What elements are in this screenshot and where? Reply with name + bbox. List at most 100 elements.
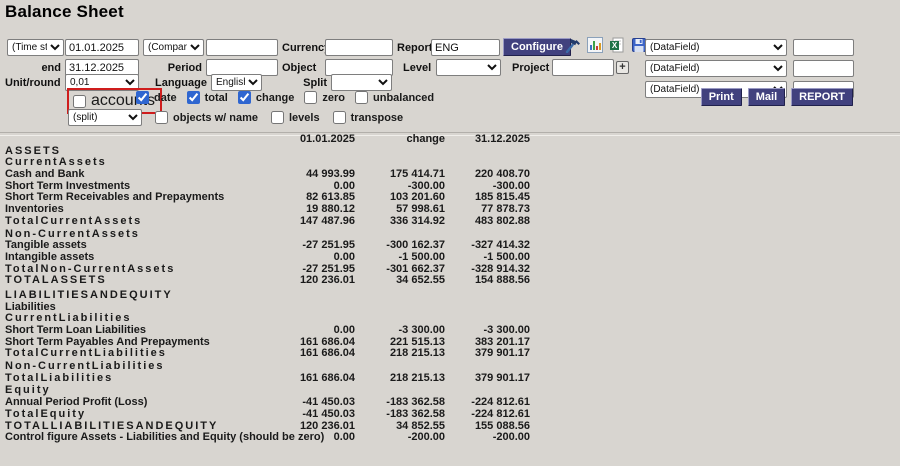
row-value [270,302,355,314]
row-value: -1 500.00 [445,252,530,264]
row-label: TotalEquity [5,409,270,421]
row-value [355,361,445,373]
currency-input[interactable] [325,39,393,56]
transpose-checkbox[interactable] [333,111,346,124]
total-checkbox-label: total [205,92,228,104]
report-toolbar: X [565,37,647,53]
level-label: Level [403,62,431,74]
row-value [445,302,530,314]
datafield-select-2[interactable]: (DataField) [645,60,787,77]
unbalanced-checkbox[interactable] [355,91,368,104]
configure-button[interactable]: Configure [503,38,571,56]
report-row: Short Term Loan Liabilities0.00-3 300.00… [5,325,530,337]
row-value [355,146,445,158]
row-label: TOTALASSETS [5,275,270,287]
balance-sheet-screen: Balance Sheet (Time start) (Compare) Cur… [0,0,900,466]
row-value: -3 300.00 [355,325,445,337]
column-header-change: change [355,134,445,146]
split2-select[interactable]: (split) [68,109,142,126]
report-header-row: 01.01.2025 change 31.12.2025 [5,134,530,146]
column-header-end-date: 31.12.2025 [445,134,530,146]
datafield-input-1[interactable] [793,39,854,56]
row-value: 161 686.04 [270,373,355,385]
row-value: 147 487.96 [270,216,355,228]
row-value: 379 901.17 [445,373,530,385]
row-label: LIABILITIESANDEQUITY [5,290,270,302]
row-label: Intangible assets [5,252,270,264]
project-add-icon[interactable]: + [616,61,629,74]
split-select[interactable] [331,74,392,91]
bar-chart-icon[interactable] [587,37,603,53]
compare-select[interactable]: (Compare) [143,39,204,56]
unbalanced-checkbox-label: unbalanced [373,92,434,104]
row-value: 218 215.13 [355,373,445,385]
language-select[interactable]: English [211,74,262,91]
report-row: Short Term Receivables and Prepayments82… [5,192,530,204]
row-value: 175 414.71 [355,169,445,181]
mail-button[interactable]: Mail [748,88,785,106]
column-header-start-date: 01.01.2025 [270,134,355,146]
print-button[interactable]: Print [701,88,742,106]
row-value: 0.00 [270,432,355,444]
row-value: -1 500.00 [355,252,445,264]
report-row: TotalEquity-41 450.03-183 362.58-224 812… [5,409,530,421]
transpose-checkbox-label: transpose [351,112,404,124]
accounts-checkbox[interactable] [73,95,86,108]
report-row: TotalCurrentAssets147 487.96336 314.9248… [5,216,530,228]
row-label: TotalCurrentAssets [5,216,270,228]
change-checkbox[interactable] [238,91,251,104]
row-label: Short Term Loan Liabilities [5,325,270,337]
row-value [355,290,445,302]
row-label: TotalCurrentLiabilities [5,348,270,360]
row-value [270,290,355,302]
row-value: 218 215.13 [355,348,445,360]
checkbox-row-2: (split) objects w/ name levels transpose [68,109,403,126]
compare-input[interactable] [206,39,278,56]
levels-checkbox[interactable] [271,111,284,124]
levels-checkbox-item: levels [271,111,320,124]
row-value: 483 802.88 [445,216,530,228]
row-value: -3 300.00 [445,325,530,337]
row-value: 44 993.99 [270,169,355,181]
date-checkbox-item: date [136,91,177,104]
row-value [270,146,355,158]
total-checkbox-item: total [187,91,228,104]
split-label: Split [299,77,327,89]
row-value: -224 812.61 [445,409,530,421]
report-row: Intangible assets0.00-1 500.00-1 500.00 [5,252,530,264]
excel-icon[interactable]: X [609,37,625,53]
language-label: Language [155,77,206,89]
row-value: -183 362.58 [355,409,445,421]
unit-round-label: Unit/round [5,77,61,89]
zero-checkbox[interactable] [304,91,317,104]
report-row: LIABILITIESANDEQUITY [5,290,530,302]
time-start-select[interactable]: (Time start) [7,39,64,56]
report-table: 01.01.2025 change 31.12.2025 ASSETSCurre… [5,134,530,444]
total-checkbox[interactable] [187,91,200,104]
report-button[interactable]: REPORT [791,88,853,106]
objects-w-name-checkbox[interactable] [155,111,168,124]
row-value: 34 652.55 [355,275,445,287]
hammer-icon[interactable] [565,37,581,53]
row-value: -200.00 [445,432,530,444]
unbalanced-checkbox-item: unbalanced [355,91,434,104]
row-value [270,361,355,373]
page-title: Balance Sheet [5,2,124,22]
row-label: Control figure Assets - Liabilities and … [5,432,270,444]
row-label: Non-CurrentLiabilities [5,361,270,373]
row-value: 336 314.92 [355,216,445,228]
level-select[interactable] [436,59,501,76]
report-row: Non-CurrentLiabilities [5,361,530,373]
datafield-input-2[interactable] [793,60,854,77]
project-input[interactable] [552,59,614,76]
date-checkbox-label: date [154,92,177,104]
datafield-select-1[interactable]: (DataField) [645,39,787,56]
report-input[interactable] [431,39,500,56]
end-label: end [36,62,61,74]
start-date-input[interactable] [65,39,139,56]
row-value: 161 686.04 [270,348,355,360]
row-label: TotalLiabilities [5,373,270,385]
change-checkbox-label: change [256,92,295,104]
report-row: Control figure Assets - Liabilities and … [5,432,530,444]
date-checkbox[interactable] [136,91,149,104]
